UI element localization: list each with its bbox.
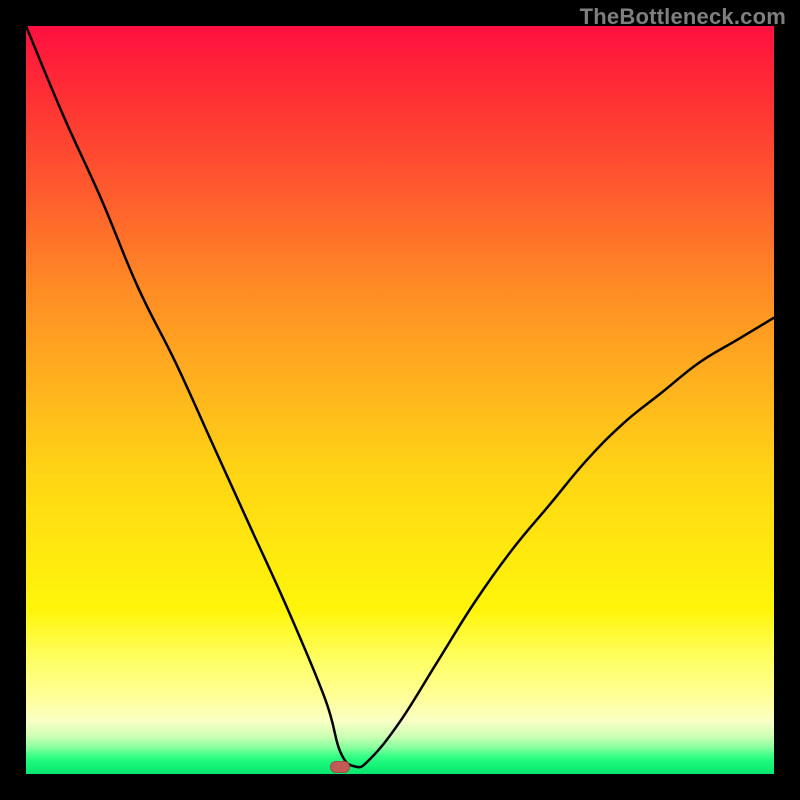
- bottleneck-curve: [26, 26, 774, 774]
- optimal-marker: [330, 761, 350, 773]
- watermark-text: TheBottleneck.com: [580, 4, 786, 30]
- curve-path: [26, 26, 774, 767]
- plot-area: [26, 26, 774, 774]
- chart-frame: TheBottleneck.com: [0, 0, 800, 800]
